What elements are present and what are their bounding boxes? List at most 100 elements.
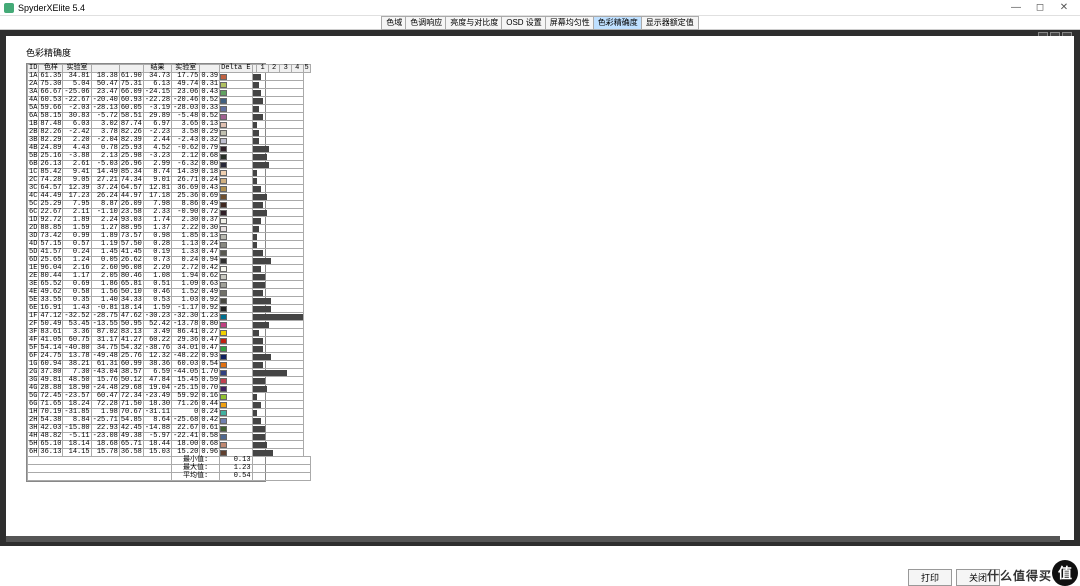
watermark-text: 什么值得买 — [987, 567, 1052, 584]
delta-bar — [253, 106, 259, 112]
color-swatch — [220, 146, 227, 152]
delta-bar — [253, 282, 265, 288]
delta-bar — [253, 370, 287, 376]
color-swatch — [220, 74, 227, 80]
delta-bar — [253, 354, 271, 360]
report-viewport: 色彩精确度 ID色样实验室结果实验室Delta E123451A61.3534.… — [0, 30, 1080, 546]
color-swatch — [220, 330, 227, 336]
delta-bar — [253, 386, 267, 392]
color-swatch — [220, 218, 227, 224]
delta-bar — [253, 402, 261, 408]
color-swatch — [220, 210, 227, 216]
delta-bar — [253, 74, 261, 80]
delta-bar — [253, 418, 261, 424]
summary-row: 最小值:0.13 — [28, 457, 311, 465]
delta-bar — [253, 178, 257, 184]
page-title: 色彩精确度 — [26, 46, 1054, 59]
col-header: 1 — [257, 65, 269, 73]
color-swatch — [220, 242, 227, 248]
color-swatch — [220, 130, 227, 136]
color-swatch — [220, 362, 227, 368]
color-swatch — [220, 378, 227, 384]
color-swatch — [220, 170, 227, 176]
watermark-badge: 值 — [1052, 560, 1078, 586]
color-swatch — [220, 98, 227, 104]
summary-row: 平均值:0.54 — [28, 473, 311, 481]
table-row: 6H36.1314.1515.7836.5815.0315.200.96 — [28, 449, 311, 457]
color-swatch — [220, 266, 227, 272]
color-swatch — [220, 194, 227, 200]
tab-2[interactable]: 亮度与对比度 — [445, 16, 503, 30]
delta-bar — [253, 218, 261, 224]
delta-bar — [253, 450, 273, 456]
tab-3[interactable]: OSD 设置 — [501, 16, 547, 30]
color-swatch — [220, 186, 227, 192]
delta-bar — [253, 306, 271, 312]
delta-bar — [253, 274, 265, 280]
delta-bar — [253, 114, 263, 120]
delta-bar — [253, 434, 265, 440]
color-swatch — [220, 298, 227, 304]
print-button[interactable]: 打印 — [908, 569, 952, 586]
horizontal-scrollbar[interactable] — [6, 536, 1060, 542]
tab-5[interactable]: 色彩精确度 — [593, 16, 643, 30]
delta-bar — [253, 170, 257, 176]
color-swatch — [220, 370, 227, 376]
color-swatch — [220, 322, 227, 328]
minimize-button[interactable]: — — [1004, 2, 1028, 13]
delta-bar — [253, 290, 263, 296]
delta-bar — [253, 322, 269, 328]
color-swatch — [220, 82, 227, 88]
color-swatch — [220, 258, 227, 264]
delta-bar — [253, 234, 257, 240]
results-table: ID色样实验室结果实验室Delta E123451A61.3534.8118.3… — [26, 63, 266, 482]
color-swatch — [220, 154, 227, 160]
color-swatch — [220, 338, 227, 344]
delta-bar — [253, 226, 259, 232]
delta-bar — [253, 394, 257, 400]
color-swatch — [220, 442, 227, 448]
tab-0[interactable]: 色域 — [381, 16, 407, 30]
delta-bar — [253, 186, 261, 192]
delta-bar — [253, 298, 271, 304]
delta-bar — [253, 338, 263, 344]
color-swatch — [220, 162, 227, 168]
color-swatch — [220, 314, 227, 320]
color-swatch — [220, 410, 227, 416]
color-swatch — [220, 426, 227, 432]
color-swatch — [220, 386, 227, 392]
delta-bar — [253, 442, 267, 448]
delta-bar — [253, 210, 267, 216]
titlebar: SpyderXElite 5.4 — ◻ ✕ — [0, 0, 1080, 16]
col-header: 3 — [280, 65, 292, 73]
delta-bar — [253, 314, 303, 320]
color-swatch — [220, 234, 227, 240]
color-swatch — [220, 138, 227, 144]
color-swatch — [220, 178, 227, 184]
delta-bar — [253, 90, 261, 96]
delta-bar — [253, 346, 263, 352]
delta-bar — [253, 122, 257, 128]
delta-bar — [253, 378, 265, 384]
col-header: 2 — [268, 65, 280, 73]
tab-4[interactable]: 屏幕均匀性 — [545, 16, 595, 30]
delta-bar — [253, 410, 257, 416]
close-button[interactable]: ✕ — [1052, 2, 1076, 13]
color-swatch — [220, 122, 227, 128]
color-swatch — [220, 354, 227, 360]
tab-1[interactable]: 色调响应 — [405, 16, 447, 30]
summary-row: 最大值:1.23 — [28, 465, 311, 473]
color-swatch — [220, 114, 227, 120]
delta-bar — [253, 194, 267, 200]
color-swatch — [220, 402, 227, 408]
delta-bar — [253, 154, 267, 160]
delta-bar — [253, 146, 269, 152]
delta-bar — [253, 242, 257, 248]
color-swatch — [220, 306, 227, 312]
app-icon — [4, 3, 14, 13]
tab-6[interactable]: 显示器额定值 — [641, 16, 699, 30]
maximize-button[interactable]: ◻ — [1028, 2, 1052, 13]
delta-bar — [253, 266, 261, 272]
color-swatch — [220, 394, 227, 400]
delta-bar — [253, 362, 263, 368]
